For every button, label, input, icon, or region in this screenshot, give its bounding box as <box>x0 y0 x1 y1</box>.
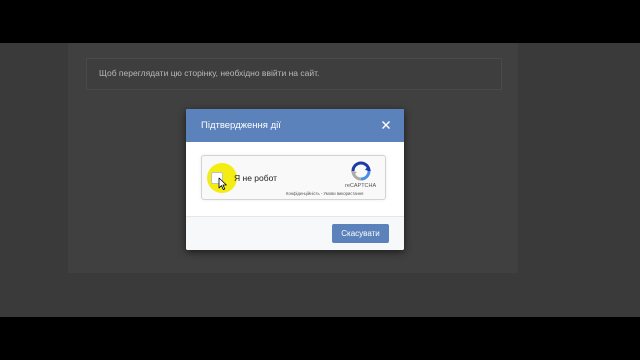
close-icon <box>382 121 390 129</box>
dialog-title: Підтвердження дії <box>201 120 281 131</box>
checkbox-label: Я не робот <box>234 173 278 183</box>
recaptcha-brand: reCAPTCHA <box>345 183 377 189</box>
login-required-notice: Щоб переглядати цю сторінку, необхідно в… <box>86 58 502 90</box>
privacy-link[interactable]: Конфіденційність <box>286 191 320 196</box>
terms-link[interactable]: Умови використання <box>323 191 363 196</box>
dialog-header: Підтвердження дії <box>186 109 404 142</box>
recaptcha-widget: Я не робот reCAPTCHA Конфіденційність - … <box>201 155 386 200</box>
recaptcha-logo-icon <box>351 161 371 181</box>
confirm-action-dialog: Підтвердження дії Я не робот reCAPTCHA К… <box>186 109 404 250</box>
mouse-cursor-icon <box>218 177 227 190</box>
screen: Щоб переглядати цю сторінку, необхідно в… <box>0 43 640 317</box>
close-button[interactable] <box>377 116 395 134</box>
notice-text: Щоб переглядати цю сторінку, необхідно в… <box>99 68 320 78</box>
recaptcha-links: Конфіденційність - Умови використання <box>286 191 363 196</box>
cancel-button[interactable]: Скасувати <box>332 224 389 243</box>
